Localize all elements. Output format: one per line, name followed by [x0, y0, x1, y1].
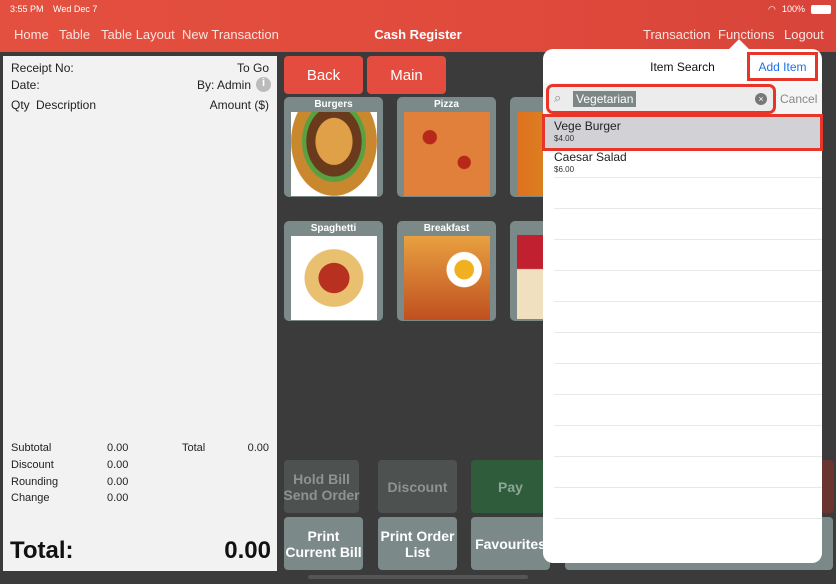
back-button[interactable]: Back — [284, 56, 363, 94]
result-row-vege-burger[interactable]: Vege Burger $4.00 — [542, 114, 823, 151]
breakfast-image — [403, 236, 490, 320]
spaghetti-image — [290, 236, 377, 320]
row-divider — [554, 239, 822, 240]
row-divider — [554, 301, 822, 302]
result-price: $6.00 — [554, 165, 575, 174]
qty-header: Qty — [11, 98, 30, 112]
print-order-list-button[interactable]: Print Order List — [378, 517, 457, 570]
subtotal-value: 0.00 — [107, 442, 129, 454]
cancel-button[interactable]: Cancel — [780, 92, 817, 106]
subtotal-label: Subtotal — [11, 442, 52, 454]
pizza-image — [403, 112, 490, 196]
top-bar: 3:55 PM Wed Dec 7 ◠ 100% Home Table Tabl… — [0, 0, 836, 52]
row-divider — [554, 270, 822, 271]
pay-button[interactable]: Pay — [471, 460, 550, 513]
row-divider — [554, 518, 822, 519]
wifi-icon: ◠ — [768, 4, 776, 14]
page-title: Cash Register — [374, 27, 462, 42]
battery-icon — [811, 5, 831, 14]
nav-functions[interactable]: Functions — [718, 27, 774, 42]
battery-level: 100% — [782, 4, 806, 14]
search-input[interactable]: ⌕ Vegetarian × — [546, 84, 776, 114]
tile-label: Pizza — [433, 99, 459, 110]
row-divider — [554, 177, 822, 178]
result-price: $4.00 — [554, 134, 575, 143]
favourites-button[interactable]: Favourites — [471, 517, 550, 570]
search-icon: ⌕ — [554, 90, 562, 105]
row-divider — [554, 425, 822, 426]
rounding-label: Rounding — [11, 476, 59, 488]
hold-bill-button[interactable]: Hold Bill Send Order — [283, 460, 360, 513]
result-name: Vege Burger — [554, 119, 621, 133]
status-date: Wed Dec 7 — [53, 4, 98, 14]
category-burgers[interactable]: Burgers — [284, 97, 383, 197]
clear-icon[interactable]: × — [755, 93, 767, 105]
total-label: Total — [182, 442, 206, 454]
result-name: Caesar Salad — [554, 150, 627, 164]
row-divider — [554, 332, 822, 333]
item-search-popover: Item Search Add Item ⌕ Vegetarian × Canc… — [542, 49, 823, 563]
print-current-bill-button[interactable]: Print Current Bill — [284, 517, 363, 570]
info-icon[interactable]: i — [256, 77, 271, 92]
row-divider — [554, 394, 822, 395]
tile-label: Spaghetti — [310, 223, 357, 234]
add-item-button[interactable]: Add Item — [747, 52, 818, 81]
discount-button[interactable]: Discount — [378, 460, 457, 513]
nav-transaction[interactable]: Transaction — [643, 27, 710, 42]
date-label: Date: — [11, 78, 40, 92]
burger-image — [290, 112, 377, 196]
change-label: Change — [11, 492, 50, 504]
row-divider — [554, 487, 822, 488]
tile-label: Breakfast — [423, 223, 470, 234]
amount-header: Amount ($) — [209, 98, 269, 112]
grand-total-value: 0.00 — [224, 537, 271, 564]
rounding-value: 0.00 — [107, 476, 129, 488]
search-query: Vegetarian — [573, 91, 637, 107]
row-divider — [554, 208, 822, 209]
discount-label: Discount — [11, 459, 54, 471]
row-divider — [554, 363, 822, 364]
category-pizza[interactable]: Pizza — [397, 97, 496, 197]
discount-value: 0.00 — [107, 459, 129, 471]
category-breakfast[interactable]: Breakfast — [397, 221, 496, 321]
void-button[interactable] — [820, 460, 834, 513]
category-spaghetti[interactable]: Spaghetti — [284, 221, 383, 321]
row-divider — [554, 456, 822, 457]
description-header: Description — [36, 98, 97, 112]
total-value: 0.00 — [247, 442, 269, 454]
result-row-caesar-salad[interactable]: Caesar Salad $6.00 — [543, 148, 822, 179]
scrollbar[interactable] — [308, 575, 528, 579]
receipt-no-label: Receipt No: — [11, 61, 74, 75]
change-value: 0.00 — [107, 492, 129, 504]
by-user: By: Admin — [196, 78, 251, 92]
nav-logout[interactable]: Logout — [784, 27, 824, 42]
tile-label: Burgers — [314, 99, 353, 110]
grand-total-label: Total: — [10, 537, 74, 564]
main-button[interactable]: Main — [367, 56, 446, 94]
receipt-panel: Receipt No: To Go Date: By: Admin i Qty … — [3, 56, 277, 571]
status-time: 3:55 PM — [10, 4, 44, 14]
order-type: To Go — [236, 61, 269, 75]
